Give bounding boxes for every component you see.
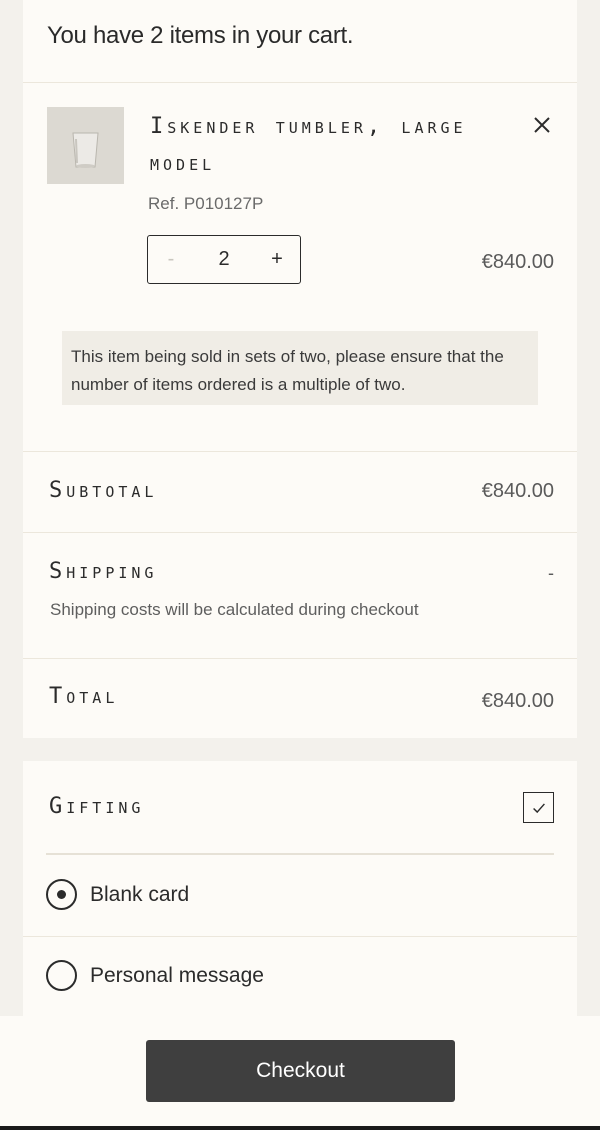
quantity-value[interactable]: 2	[218, 248, 229, 271]
checkout-footer: Checkout	[0, 1016, 600, 1126]
quantity-stepper: - 2 +	[147, 235, 301, 284]
total-value: €840.00	[481, 690, 554, 712]
quantity-notice: This item being sold in sets of two, ple…	[62, 331, 538, 405]
gifting-label: Gifting	[49, 794, 145, 819]
close-icon[interactable]	[529, 112, 555, 138]
cart-header: You have 2 items in your cart.	[47, 22, 354, 49]
divider	[23, 658, 577, 659]
shipping-label: Shipping	[49, 559, 158, 584]
shipping-note: Shipping costs will be calculated during…	[50, 600, 419, 619]
total-label: Total	[49, 684, 119, 709]
checkmark-icon	[532, 802, 545, 813]
radio-unselected-icon[interactable]	[46, 960, 77, 991]
subtotal-value: €840.00	[481, 480, 554, 502]
gift-option-personal-message[interactable]: Personal message	[46, 960, 264, 991]
item-price: €840.00	[481, 251, 554, 273]
subtotal-label: Subtotal	[49, 478, 158, 503]
gift-option-blank-card[interactable]: Blank card	[46, 879, 189, 910]
qty-increment-button[interactable]: +	[268, 248, 286, 271]
checkout-button[interactable]: Checkout	[146, 1040, 455, 1102]
product-ref: Ref. P010127P	[148, 194, 264, 213]
gifting-checkbox[interactable]	[523, 792, 554, 823]
divider	[23, 532, 577, 533]
gift-option-label: Blank card	[90, 882, 190, 906]
bottom-edge-bar	[0, 1126, 600, 1130]
shipping-value: -	[548, 563, 554, 583]
divider	[23, 451, 577, 452]
product-thumbnail[interactable]	[47, 107, 124, 184]
radio-selected-icon[interactable]	[46, 879, 77, 910]
cart-panel: You have 2 items in your cart. Iskender …	[23, 0, 577, 738]
gifting-panel: Gifting Blank card Personal message	[23, 761, 577, 1021]
divider	[23, 936, 577, 937]
glass-tumbler-image	[47, 107, 124, 184]
qty-decrement-button[interactable]: -	[162, 248, 180, 271]
divider	[46, 853, 554, 855]
divider	[23, 82, 577, 83]
gift-option-label: Personal message	[90, 963, 264, 987]
product-name[interactable]: Iskender tumbler, large model	[150, 108, 480, 182]
